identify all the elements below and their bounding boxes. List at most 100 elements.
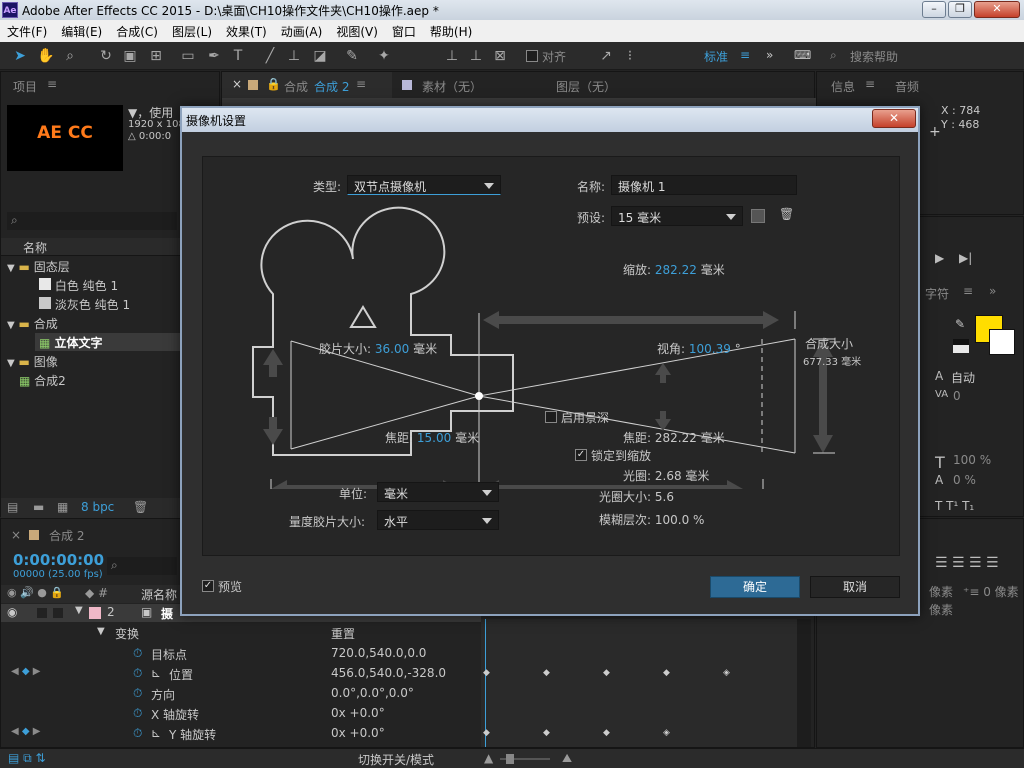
menu-animation[interactable]: 动画(A): [274, 20, 330, 40]
workspace-more-icon[interactable]: »: [766, 48, 773, 62]
zoom-in-icon[interactable]: ⛰: [562, 751, 572, 766]
comp-tab-menu-icon[interactable]: ≡: [356, 77, 366, 91]
angle-of-view-readout[interactable]: 视角: 100.39 °: [657, 340, 741, 357]
cancel-button[interactable]: 取消: [810, 576, 900, 598]
project-tab[interactable]: 项目: [13, 78, 37, 95]
keyframe[interactable]: ◆: [483, 668, 490, 678]
eraser-tool-icon[interactable]: ◪: [310, 46, 330, 66]
indent-right-value[interactable]: ⁺≡ 0 像素: [963, 583, 1019, 600]
minimize-button[interactable]: –: [922, 1, 946, 18]
rotate-tool-icon[interactable]: ↻: [96, 46, 116, 66]
swap-colors-icon[interactable]: [953, 339, 969, 353]
keyframe-nav-icon[interactable]: ◀ ◆ ▶: [11, 666, 40, 677]
workspace-menu-icon[interactable]: ≡: [740, 48, 750, 62]
transform-group[interactable]: 变换: [115, 625, 139, 642]
close-tab-icon[interactable]: ×: [232, 77, 242, 91]
zoom-out-icon[interactable]: ▲: [484, 751, 493, 765]
snap-option2-icon[interactable]: ⁝: [620, 46, 640, 66]
keyframe[interactable]: ◆: [603, 728, 610, 738]
baseline-shift-value[interactable]: 0 %: [953, 473, 976, 487]
layer-lock-toggle[interactable]: [53, 608, 63, 618]
layer-solo-toggle[interactable]: [37, 608, 47, 618]
menu-window[interactable]: 窗口: [385, 20, 423, 40]
timeline-tracks[interactable]: ◆ ◆ ◆ ◆ ◈ ◆ ◆ ◆ ◈: [481, 619, 797, 747]
restore-button[interactable]: ❐: [948, 1, 972, 18]
keyframe[interactable]: ◆: [483, 728, 490, 738]
zoom-tool-icon[interactable]: ⌕: [60, 46, 80, 66]
focus-distance-readout[interactable]: 焦距: 282.22 毫米: [623, 429, 725, 446]
new-folder-icon[interactable]: ▬: [33, 500, 44, 514]
layer-name[interactable]: 摄: [161, 605, 173, 622]
keyframe[interactable]: ◆: [543, 668, 550, 678]
clone-stamp-tool-icon[interactable]: ⊥: [284, 46, 304, 66]
film-size-readout[interactable]: 胶片大小: 36.00 毫米: [319, 340, 437, 357]
snap-checkbox[interactable]: [526, 50, 538, 62]
timeline-search-input[interactable]: ⌕: [107, 557, 177, 575]
keyframe[interactable]: ◈: [663, 728, 670, 738]
prop-value-position[interactable]: 456.0,540.0,-328.0: [331, 666, 446, 680]
source-name-column[interactable]: 源名称: [141, 586, 177, 603]
workspace-standard[interactable]: 标准: [704, 48, 728, 65]
menu-file[interactable]: 文件(F): [0, 20, 54, 40]
ok-button[interactable]: 确定: [710, 576, 800, 598]
selection-tool-icon[interactable]: ➤: [10, 46, 30, 66]
lock-to-zoom-checkbox[interactable]: ✓: [575, 449, 587, 461]
character-tab[interactable]: 字符: [925, 285, 949, 302]
stopwatch-icon[interactable]: ⏱: [133, 686, 142, 701]
keyframe[interactable]: ◈: [723, 668, 730, 678]
transform-reset[interactable]: 重置: [331, 625, 355, 642]
play-icon[interactable]: ▶: [935, 251, 944, 265]
units-dropdown[interactable]: 毫米: [377, 482, 499, 502]
av-switch-icons[interactable]: ◉ 🔊 ● 🔒: [7, 586, 64, 599]
project-item-gray-solid[interactable]: 淡灰色 纯色 1: [39, 296, 130, 313]
space-before-value[interactable]: 像素: [929, 601, 953, 618]
prop-value-target[interactable]: 720.0,540.0,0.0: [331, 646, 426, 660]
stopwatch-active-icon[interactable]: ⏱: [133, 726, 142, 741]
project-item-folder-images[interactable]: ▼ ▬ 图像: [7, 353, 58, 370]
axis-view-icon[interactable]: ⊠: [490, 46, 510, 66]
leading-value[interactable]: 自动: [951, 369, 975, 386]
pan-behind-tool-icon[interactable]: ⊞: [146, 46, 166, 66]
puppet-tool-icon[interactable]: ✦: [374, 46, 394, 66]
zoom-readout[interactable]: 缩放: 282.22 毫米: [623, 261, 725, 278]
trash-icon[interactable]: 🗑: [133, 500, 148, 514]
keyframe[interactable]: ◆: [663, 668, 670, 678]
stopwatch-icon[interactable]: ⏱: [133, 706, 142, 721]
graph-icon[interactable]: ⊾: [151, 666, 161, 680]
project-item-folder-comps[interactable]: ▼ ▬ 合成: [7, 315, 58, 332]
brush-tool-icon[interactable]: ╱: [260, 46, 280, 66]
close-window-button[interactable]: ✕: [974, 1, 1020, 18]
current-timecode[interactable]: 0:00:00:00: [13, 551, 104, 569]
footage-tab[interactable]: 素材（无）: [422, 78, 482, 95]
roto-brush-tool-icon[interactable]: ✎: [342, 46, 362, 66]
vertical-scale-value[interactable]: 100 %: [953, 453, 991, 467]
menu-composition[interactable]: 合成(C): [109, 20, 165, 40]
column-name[interactable]: 名称: [23, 239, 47, 256]
footer-icons[interactable]: ▤ ⧉ ⇅: [8, 751, 46, 766]
measure-film-dropdown[interactable]: 水平: [377, 510, 499, 530]
layer-visibility-icon[interactable]: ◉: [7, 605, 17, 619]
audio-tab[interactable]: 音频: [895, 78, 919, 95]
layer-label-color[interactable]: [89, 607, 101, 619]
preview-checkbox[interactable]: ✓: [202, 580, 214, 592]
label-column-icon[interactable]: ◆ #: [85, 586, 108, 600]
comp-tab-label[interactable]: 合成: [284, 78, 308, 95]
pen-tool-icon[interactable]: ✒: [204, 46, 224, 66]
blur-level-readout[interactable]: 模糊层次: 100.0 %: [599, 511, 704, 528]
stopwatch-active-icon[interactable]: ⏱: [133, 666, 142, 681]
transform-expand-icon[interactable]: ▼: [97, 626, 105, 637]
prop-value-x-rotation[interactable]: 0x +0.0°: [331, 706, 385, 720]
menu-edit[interactable]: 编辑(E): [54, 20, 109, 40]
timeline-scrollbar[interactable]: [797, 619, 811, 747]
keyframe-nav-icon[interactable]: ◀ ◆ ▶: [11, 726, 40, 737]
camera-tool-icon[interactable]: ▣: [120, 46, 140, 66]
zoom-slider-handle[interactable]: [506, 754, 514, 764]
indent-left-value[interactable]: 像素: [929, 583, 953, 600]
menu-effect[interactable]: 效果(T): [219, 20, 274, 40]
comp-size-value[interactable]: 677.33 毫米: [803, 353, 861, 368]
info-tab[interactable]: 信息: [831, 78, 855, 95]
project-item-white-solid[interactable]: 白色 纯色 1: [39, 277, 118, 294]
lock-icon[interactable]: 🔒: [266, 77, 281, 91]
next-frame-icon[interactable]: ▶|: [959, 251, 972, 265]
axis-local-icon[interactable]: ⊥: [442, 46, 462, 66]
